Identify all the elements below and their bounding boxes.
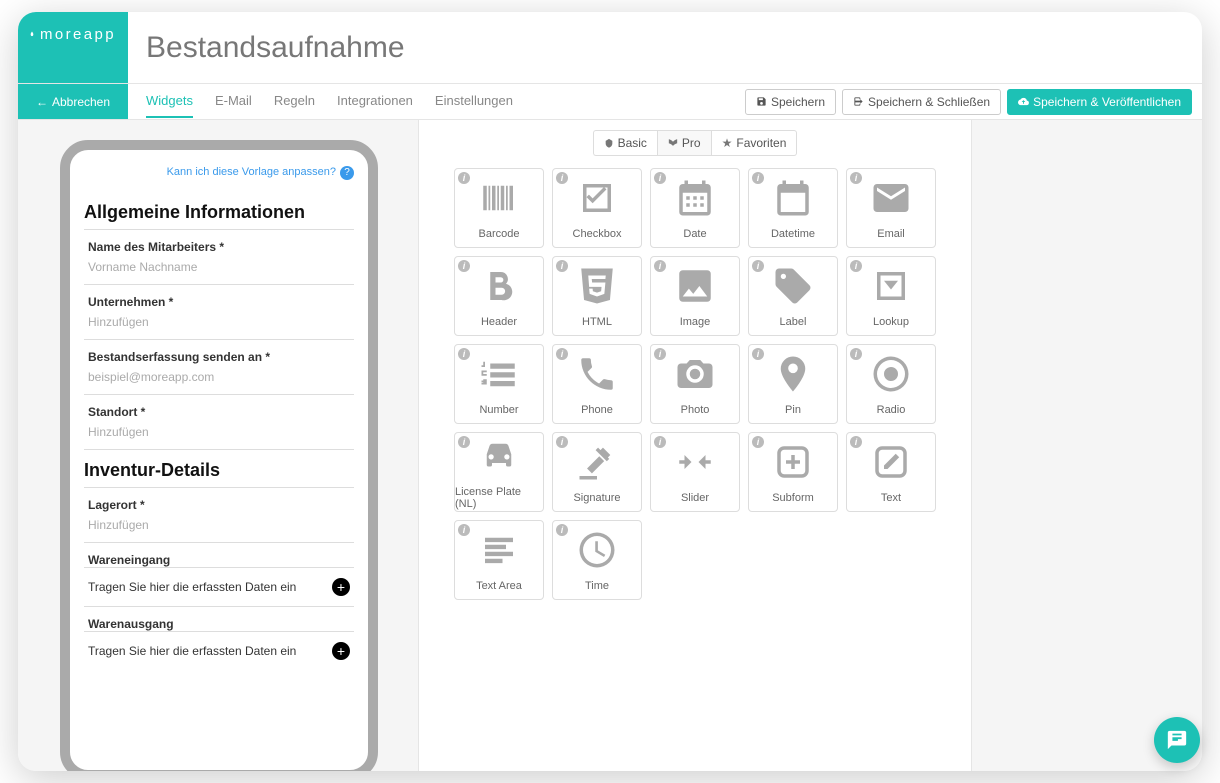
filter-pro[interactable]: Pro <box>657 130 712 156</box>
chat-button[interactable] <box>1154 717 1200 763</box>
checkbox-icon <box>576 177 618 224</box>
page-title: Bestandsaufnahme <box>128 12 1202 83</box>
slider-icon <box>674 441 716 488</box>
info-icon[interactable]: i <box>850 436 862 448</box>
save-button[interactable]: Speichern <box>745 89 836 115</box>
html5-icon <box>576 265 618 312</box>
car-icon <box>478 435 520 482</box>
plus-icon[interactable]: + <box>332 578 350 596</box>
widget-gavel[interactable]: iSignature <box>552 432 642 512</box>
form-preview: Kann ich diese Vorlage anpassen?? Allgem… <box>18 120 418 771</box>
radio-icon <box>870 353 912 400</box>
info-icon[interactable]: i <box>850 260 862 272</box>
info-icon[interactable]: i <box>654 260 666 272</box>
brand-logo: moreapp <box>18 12 128 83</box>
gavel-icon <box>576 441 618 488</box>
info-icon[interactable]: i <box>458 348 470 360</box>
widget-calendar[interactable]: iDatetime <box>748 168 838 248</box>
calendar-icon <box>772 177 814 224</box>
bold-icon <box>478 265 520 312</box>
form-field[interactable]: Bestandserfassung senden an *beispiel@mo… <box>84 339 354 394</box>
widget-dropdown[interactable]: iLookup <box>846 256 936 336</box>
info-icon[interactable]: i <box>752 436 764 448</box>
filter-favorites[interactable]: ★Favoriten <box>712 130 798 156</box>
tabs: Widgets E-Mail Regeln Integrationen Einstell… <box>128 84 513 119</box>
form-subentry[interactable]: Tragen Sie hier die erfassten Daten ein+ <box>84 567 354 606</box>
tab-einstellungen[interactable]: Einstellungen <box>435 85 513 118</box>
info-icon[interactable]: i <box>556 524 568 536</box>
pin-icon <box>772 353 814 400</box>
form-field[interactable]: Name des Mitarbeiters *Vorname Nachname <box>84 229 354 284</box>
plus-icon[interactable]: + <box>332 642 350 660</box>
widget-car[interactable]: iLicense Plate (NL) <box>454 432 544 512</box>
widget-camera[interactable]: iPhoto <box>650 344 740 424</box>
info-icon[interactable]: i <box>654 436 666 448</box>
widget-slider[interactable]: iSlider <box>650 432 740 512</box>
form-sublabel: Warenausgang <box>84 606 354 631</box>
widget-tag[interactable]: iLabel <box>748 256 838 336</box>
widget-radio[interactable]: iRadio <box>846 344 936 424</box>
save-publish-button[interactable]: Speichern & Veröffentlichen <box>1007 89 1192 115</box>
calendar-grid-icon <box>674 177 716 224</box>
image-icon <box>674 265 716 312</box>
form-field[interactable]: Standort *Hinzufügen <box>84 394 354 450</box>
numlist-icon <box>478 353 520 400</box>
widget-plus-square[interactable]: iSubform <box>748 432 838 512</box>
info-icon[interactable]: i <box>556 260 568 272</box>
widget-bold[interactable]: iHeader <box>454 256 544 336</box>
clock-icon <box>576 529 618 576</box>
info-icon[interactable]: i <box>458 524 470 536</box>
info-icon[interactable]: i <box>752 260 764 272</box>
camera-icon <box>674 353 716 400</box>
plus-square-icon <box>772 441 814 488</box>
info-icon[interactable]: i <box>654 172 666 184</box>
section-header: Inventur-Details <box>84 460 354 481</box>
tab-integrationen[interactable]: Integrationen <box>337 85 413 118</box>
widget-phone[interactable]: iPhone <box>552 344 642 424</box>
info-icon[interactable]: i <box>556 436 568 448</box>
form-subentry[interactable]: Tragen Sie hier die erfassten Daten ein+ <box>84 631 354 670</box>
info-icon[interactable]: i <box>458 436 470 448</box>
info-icon[interactable]: i <box>654 348 666 360</box>
widget-palette: Basic Pro ★Favoriten iBarcodeiCheckboxiD… <box>418 120 972 771</box>
form-field[interactable]: Unternehmen *Hinzufügen <box>84 284 354 339</box>
widget-edit[interactable]: iText <box>846 432 936 512</box>
form-sublabel: Wareneingang <box>84 542 354 567</box>
widget-image[interactable]: iImage <box>650 256 740 336</box>
info-icon[interactable]: i <box>458 260 470 272</box>
dropdown-icon <box>870 265 912 312</box>
tab-e-mail[interactable]: E-Mail <box>215 85 252 118</box>
widget-clock[interactable]: iTime <box>552 520 642 600</box>
info-icon[interactable]: i <box>556 172 568 184</box>
info-icon[interactable]: i <box>752 172 764 184</box>
info-icon[interactable]: i <box>458 172 470 184</box>
phone-icon <box>576 353 618 400</box>
help-link[interactable]: Kann ich diese Vorlage anpassen?? <box>84 160 354 192</box>
lines-icon <box>478 529 520 576</box>
widget-numlist[interactable]: iNumber <box>454 344 544 424</box>
info-icon[interactable]: i <box>850 172 862 184</box>
filter-basic[interactable]: Basic <box>593 130 657 156</box>
tag-icon <box>772 265 814 312</box>
widget-envelope[interactable]: iEmail <box>846 168 936 248</box>
info-icon[interactable]: i <box>556 348 568 360</box>
tab-widgets[interactable]: Widgets <box>146 85 193 118</box>
widget-checkbox[interactable]: iCheckbox <box>552 168 642 248</box>
save-close-button[interactable]: Speichern & Schließen <box>842 89 1001 115</box>
section-header: Allgemeine Informationen <box>84 202 354 223</box>
widget-barcode[interactable]: iBarcode <box>454 168 544 248</box>
tab-regeln[interactable]: Regeln <box>274 85 315 118</box>
cancel-button[interactable]: Abbrechen <box>18 84 128 119</box>
info-icon[interactable]: i <box>850 348 862 360</box>
help-icon: ? <box>340 166 354 180</box>
edit-icon <box>870 441 912 488</box>
widget-pin[interactable]: iPin <box>748 344 838 424</box>
envelope-icon <box>870 177 912 224</box>
widget-calendar-grid[interactable]: iDate <box>650 168 740 248</box>
info-icon[interactable]: i <box>752 348 764 360</box>
form-field[interactable]: Lagerort * Hinzufügen <box>84 487 354 542</box>
widget-html5[interactable]: iHTML <box>552 256 642 336</box>
widget-lines[interactable]: iText Area <box>454 520 544 600</box>
barcode-icon <box>478 177 520 224</box>
